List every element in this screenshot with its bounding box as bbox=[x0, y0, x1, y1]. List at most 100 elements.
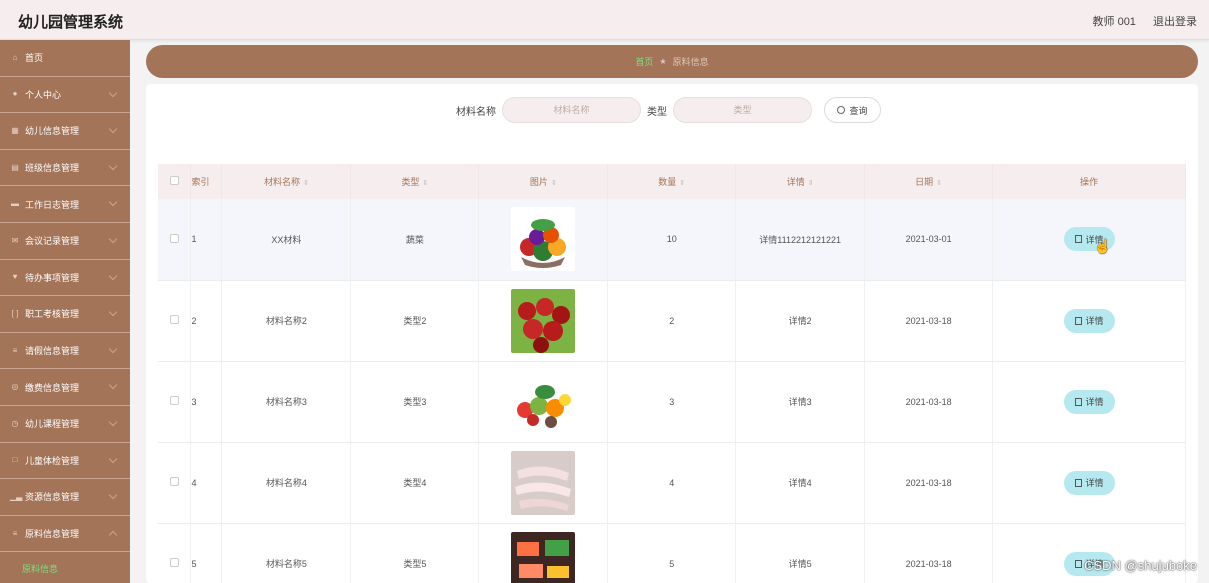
type-search-input[interactable]: 类型 bbox=[673, 97, 812, 123]
name-cell: XX材料 bbox=[221, 199, 352, 281]
breadcrumb-home[interactable]: 首页 bbox=[635, 55, 653, 68]
row-checkbox[interactable] bbox=[169, 558, 179, 567]
index-cell: 4 bbox=[190, 442, 223, 524]
index-cell: 3 bbox=[190, 361, 223, 443]
document-icon bbox=[1074, 478, 1082, 487]
header-image[interactable]: 图片 ⇕ bbox=[478, 164, 609, 199]
chevron-down-icon bbox=[108, 381, 118, 390]
detail-button[interactable]: 详情 bbox=[1063, 308, 1115, 333]
query-button-label: 查询 bbox=[849, 105, 868, 116]
sidebar-item-label: 工作日志管理 bbox=[25, 199, 80, 210]
detail-cell: 详情4 bbox=[735, 442, 866, 524]
row-checkbox[interactable] bbox=[169, 396, 179, 405]
image-cell bbox=[478, 280, 609, 362]
sidebar-item-class-info[interactable]: ▤ 班级信息管理 bbox=[0, 150, 130, 187]
image-cell bbox=[478, 199, 609, 281]
date-cell: 2021-03-01 bbox=[864, 199, 994, 281]
action-cell: 详情 bbox=[992, 361, 1186, 443]
row-checkbox[interactable] bbox=[169, 233, 179, 243]
detail-button[interactable]: 详情 bbox=[1063, 389, 1115, 414]
document-icon bbox=[1074, 559, 1082, 568]
sidebar-item-payment-info[interactable]: ◎ 缴费信息管理 bbox=[0, 369, 130, 406]
header-action: 操作 bbox=[992, 164, 1186, 199]
chevron-down-icon bbox=[108, 88, 118, 97]
header-type[interactable]: 类型 ⇕ bbox=[350, 164, 480, 199]
image-cell bbox=[478, 442, 609, 524]
type-cell: 类型3 bbox=[350, 361, 480, 443]
grid-icon: ▦ bbox=[11, 125, 19, 135]
sidebar-item-label: 职工考核管理 bbox=[25, 309, 80, 320]
sidebar-item-label: 个人中心 bbox=[25, 89, 62, 100]
todo-icon: ♥ bbox=[12, 272, 18, 282]
action-cell: 详情 bbox=[992, 523, 1186, 583]
table-row: 2 材料名称2 类型2 2 详情2 2021-03-18 详情 bbox=[158, 280, 1186, 362]
header-name[interactable]: 材料名称 ⇕ bbox=[221, 164, 352, 199]
row-select-cell bbox=[158, 361, 192, 443]
chevron-up-icon bbox=[108, 530, 118, 539]
header-quantity[interactable]: 数量 ⇕ bbox=[607, 164, 737, 199]
chevron-down-icon bbox=[108, 417, 118, 427]
quantity-cell: 10 bbox=[607, 199, 737, 281]
sidebar-item-meeting-records[interactable]: ✉ 会议记录管理 bbox=[0, 223, 130, 260]
table-row: 3 材料名称3 类型3 3 详情3 2021-03-18 详情 bbox=[158, 361, 1186, 443]
search-bar: 材料名称 材料名称 类型 类型 查询 bbox=[456, 97, 881, 123]
sidebar-item-home[interactable]: ⌂ 首页 bbox=[0, 40, 130, 77]
sidebar-item-course[interactable]: ◷ 幼儿课程管理 bbox=[0, 406, 130, 443]
sidebar-item-todo[interactable]: ♥ 待办事项管理 bbox=[0, 260, 130, 297]
payment-icon: ◎ bbox=[11, 382, 19, 392]
type-cell: 类型5 bbox=[350, 523, 480, 583]
sidebar-item-label: 待办事项管理 bbox=[25, 272, 80, 283]
detail-button[interactable]: 详情 bbox=[1063, 470, 1115, 495]
vegetable-basket-image[interactable] bbox=[511, 207, 576, 272]
row-checkbox[interactable] bbox=[169, 315, 179, 324]
sort-icon: ⇕ bbox=[679, 180, 686, 187]
image-cell bbox=[478, 361, 609, 443]
sidebar-item-label: 原料信息管理 bbox=[25, 529, 80, 540]
meeting-icon: ✉ bbox=[11, 235, 19, 245]
chevron-down-icon bbox=[108, 198, 118, 207]
sidebar-item-work-log[interactable]: ▬ 工作日志管理 bbox=[0, 186, 130, 223]
detail-cell: 详情2 bbox=[735, 280, 866, 362]
row-select-cell bbox=[158, 199, 192, 281]
name-search-input[interactable]: 材料名称 bbox=[502, 97, 641, 123]
header-date[interactable]: 日期 ⇕ bbox=[864, 164, 994, 199]
home-icon: ⌂ bbox=[12, 52, 18, 62]
logout-link[interactable]: 退出登录 bbox=[1153, 16, 1197, 28]
chicken-feet-image[interactable] bbox=[511, 450, 576, 515]
chevron-down-icon bbox=[108, 454, 118, 463]
name-cell: 材料名称3 bbox=[221, 361, 352, 443]
class-icon: ▤ bbox=[11, 162, 19, 172]
sidebar-item-personal-center[interactable]: ● 个人中心 bbox=[0, 77, 130, 114]
sidebar-item-resource-info[interactable]: ▁▃ 资源信息管理 bbox=[0, 479, 130, 516]
list-icon: ≡ bbox=[12, 345, 18, 355]
sidebar-item-leave-info[interactable]: ≡ 请假信息管理 bbox=[0, 333, 130, 370]
current-user: 教师 001 bbox=[1092, 16, 1136, 28]
image-cell bbox=[478, 523, 609, 583]
sidebar-item-material-info[interactable]: ≡ 原料信息管理 bbox=[0, 516, 130, 553]
sidebar-item-label: 会议记录管理 bbox=[25, 236, 80, 247]
sidebar-item-health-check[interactable]: □ 儿童体检管理 bbox=[0, 443, 130, 480]
breadcrumb: 首页 ★ 原料信息 bbox=[146, 45, 1198, 78]
sidebar-item-staff-assessment[interactable]: [ ] 职工考核管理 bbox=[0, 296, 130, 333]
sidebar-item-label: 资源信息管理 bbox=[25, 492, 80, 503]
detail-cell: 详情1112212121221 bbox=[735, 199, 866, 281]
cherries-image[interactable] bbox=[511, 288, 576, 353]
sort-icon: ⇕ bbox=[303, 180, 309, 187]
header-detail[interactable]: 详情 ⇕ bbox=[735, 164, 866, 199]
mixed-vegetables-image[interactable] bbox=[511, 369, 576, 434]
row-checkbox[interactable] bbox=[169, 477, 179, 486]
type-label: 类型 bbox=[647, 106, 667, 118]
sidebar-subitem-material[interactable]: 原料信息 bbox=[0, 552, 130, 583]
breadcrumb-separator-icon: ★ bbox=[659, 57, 667, 66]
salmon-dish-image[interactable] bbox=[511, 531, 576, 583]
health-icon: □ bbox=[12, 455, 18, 465]
sidebar-item-child-info[interactable]: ▦ 幼儿信息管理 bbox=[0, 113, 130, 150]
sort-icon: ⇕ bbox=[550, 180, 557, 187]
query-button[interactable]: 查询 bbox=[824, 97, 881, 123]
table-row: 1 XX材料 蔬菜 10 详情1112212121221 2021-03-01 … bbox=[158, 199, 1186, 281]
document-icon bbox=[1074, 316, 1082, 325]
select-all-checkbox[interactable] bbox=[169, 176, 179, 185]
sort-icon: ⇕ bbox=[807, 180, 814, 187]
sidebar-item-label: 缴费信息管理 bbox=[25, 382, 80, 393]
chevron-down-icon bbox=[108, 344, 118, 353]
